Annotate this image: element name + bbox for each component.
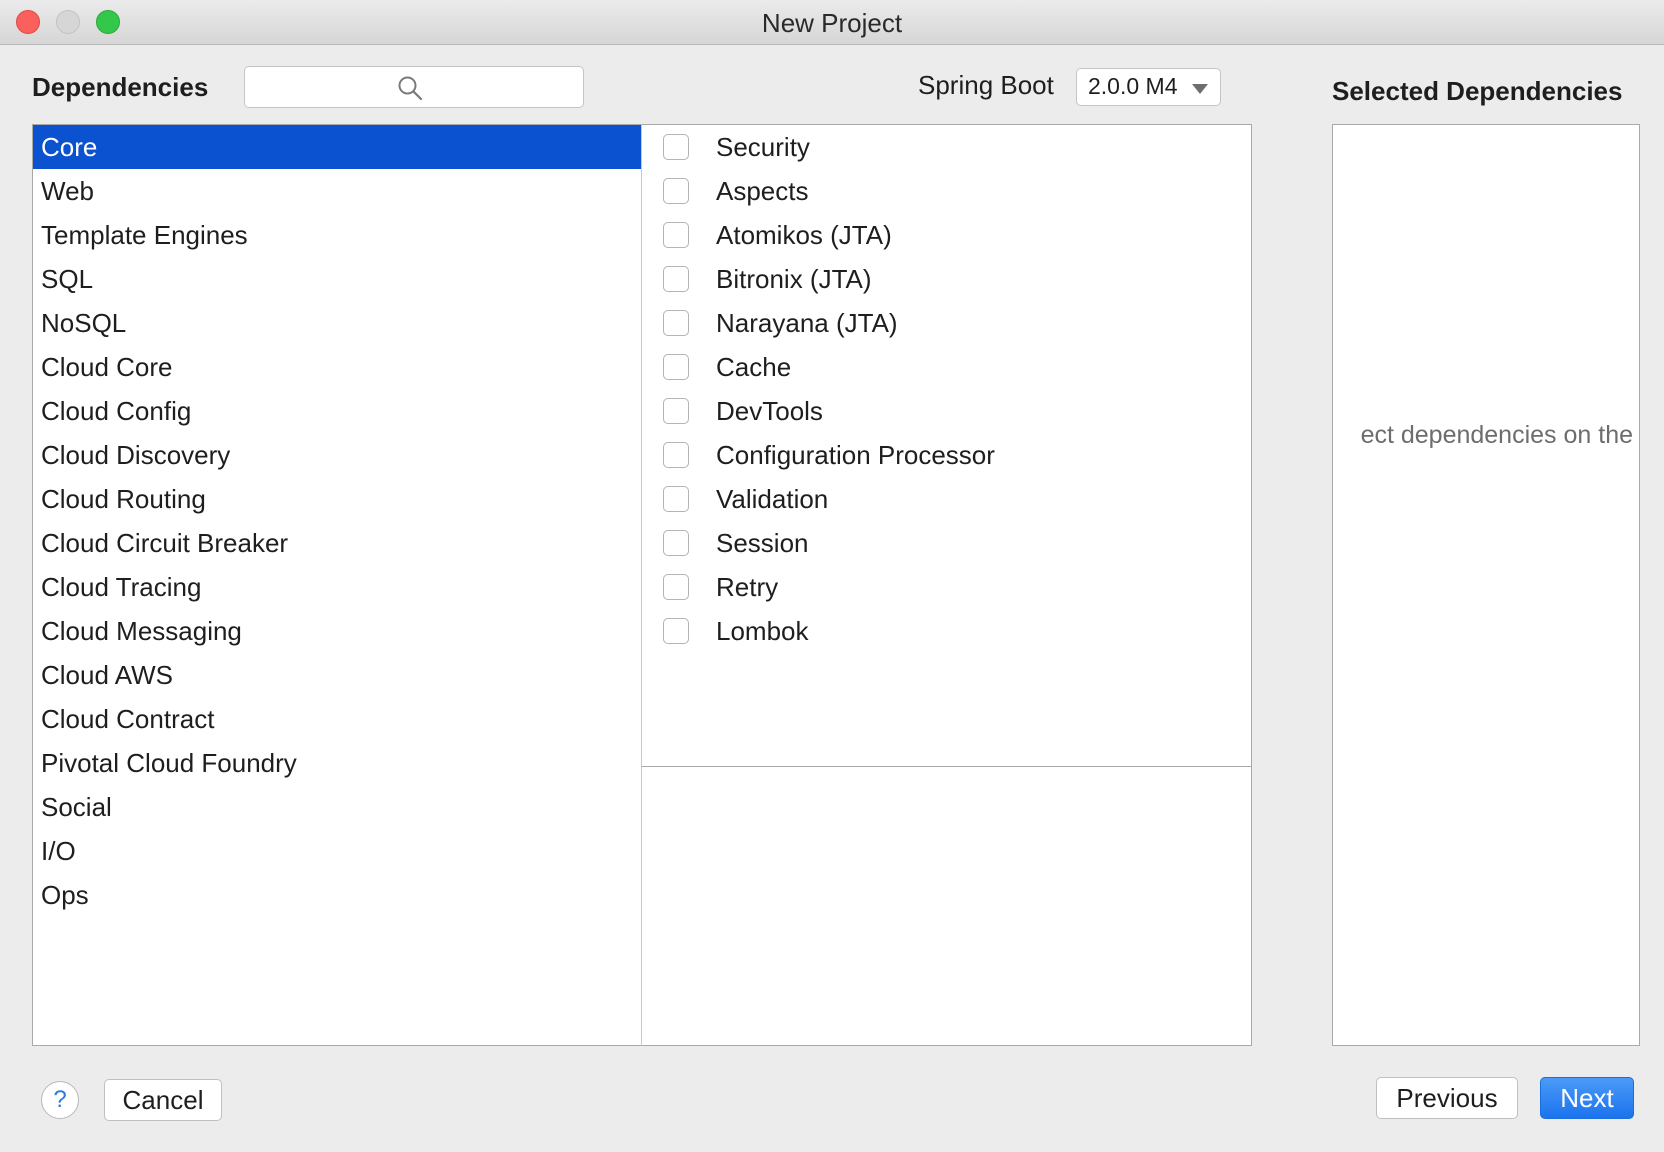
dependency-checkbox[interactable] <box>663 398 689 424</box>
dependency-checkbox[interactable] <box>663 222 689 248</box>
category-item[interactable]: Social <box>33 785 641 829</box>
category-item[interactable]: Cloud Tracing <box>33 565 641 609</box>
chevron-down-icon <box>1192 84 1208 94</box>
dependency-checkbox[interactable] <box>663 354 689 380</box>
spring-boot-label: Spring Boot <box>918 70 1054 100</box>
dependency-checkbox[interactable] <box>663 134 689 160</box>
selected-empty-text: ect dependencies on the <box>1360 421 1633 449</box>
dependency-item[interactable]: Validation <box>642 477 1251 521</box>
help-button[interactable]: ? <box>41 1081 79 1119</box>
category-item[interactable]: Cloud Circuit Breaker <box>33 521 641 565</box>
category-item[interactable]: I/O <box>33 829 641 873</box>
dependency-checkbox[interactable] <box>663 618 689 644</box>
dependency-item[interactable]: Narayana (JTA) <box>642 301 1251 345</box>
category-item[interactable]: Cloud AWS <box>33 653 641 697</box>
category-item[interactable]: Web <box>33 169 641 213</box>
category-item[interactable]: Cloud Routing <box>33 477 641 521</box>
cancel-button[interactable]: Cancel <box>104 1079 222 1121</box>
spring-boot-version-select[interactable]: 2.0.0 M4 <box>1076 68 1221 106</box>
category-item[interactable]: Cloud Core <box>33 345 641 389</box>
category-item[interactable]: Template Engines <box>33 213 641 257</box>
dependency-list: Security Aspects Atomikos (JTA) Bitronix (J… <box>641 124 1252 767</box>
category-item[interactable]: NoSQL <box>33 301 641 345</box>
category-item[interactable]: SQL <box>33 257 641 301</box>
search-field[interactable] <box>244 66 584 108</box>
dependency-item[interactable]: Retry <box>642 565 1251 609</box>
dependency-checkbox[interactable] <box>663 530 689 556</box>
dependency-label: Configuration Processor <box>716 440 995 470</box>
dependency-label: Retry <box>716 572 779 602</box>
search-icon <box>398 76 423 101</box>
dependency-item[interactable]: Aspects <box>642 169 1251 213</box>
dependencies-heading: Dependencies <box>32 72 209 102</box>
category-item[interactable]: Cloud Discovery <box>33 433 641 477</box>
dependency-item[interactable]: Configuration Processor <box>642 433 1251 477</box>
next-button[interactable]: Next <box>1540 1077 1634 1119</box>
dependency-label: Cache <box>716 352 792 382</box>
category-item[interactable]: Ops <box>33 873 641 917</box>
dependency-label: Narayana (JTA) <box>716 308 898 338</box>
dependency-checkbox[interactable] <box>663 266 689 292</box>
category-list[interactable]: Core Web Template Engines SQL NoSQL Cloud Cor… <box>32 124 642 1046</box>
dependency-label: Bitronix (JTA) <box>716 264 872 294</box>
dependency-checkbox[interactable] <box>663 574 689 600</box>
spring-boot-version-value: 2.0.0 M4 <box>1088 73 1178 99</box>
category-item[interactable]: Core <box>33 125 641 169</box>
category-item[interactable]: Pivotal Cloud Foundry <box>33 741 641 785</box>
dependency-label: Session <box>716 528 809 558</box>
dependency-label: Lombok <box>716 616 809 646</box>
category-item[interactable]: Cloud Messaging <box>33 609 641 653</box>
title-bar: New Project <box>0 0 1664 45</box>
selected-dependencies-heading: Selected Dependencies <box>1332 76 1623 106</box>
window-title: New Project <box>761 8 903 38</box>
dependency-item[interactable]: Security <box>642 125 1251 169</box>
dependency-checkbox[interactable] <box>663 310 689 336</box>
dependency-item[interactable]: Bitronix (JTA) <box>642 257 1251 301</box>
dependency-item[interactable]: DevTools <box>642 389 1251 433</box>
dependency-item[interactable]: Atomikos (JTA) <box>642 213 1251 257</box>
dependency-label: Atomikos (JTA) <box>716 220 892 250</box>
dependency-label: Validation <box>716 484 829 514</box>
category-item[interactable]: Cloud Contract <box>33 697 641 741</box>
dependency-checkbox[interactable] <box>663 486 689 512</box>
dependency-item[interactable]: Session <box>642 521 1251 565</box>
dependency-item[interactable]: Lombok <box>642 609 1251 653</box>
dependency-label: Aspects <box>716 176 809 206</box>
category-item[interactable]: Cloud Config <box>33 389 641 433</box>
dependency-checkbox[interactable] <box>663 178 689 204</box>
dependency-item[interactable]: Cache <box>642 345 1251 389</box>
dependency-description-panel <box>641 766 1252 1046</box>
dependency-label: Security <box>716 132 810 162</box>
previous-button[interactable]: Previous <box>1376 1077 1518 1119</box>
dependency-label: DevTools <box>716 396 823 426</box>
new-project-dialog: New Project Dependencies Spring Boot 2.0… <box>0 0 1664 1152</box>
dependency-checkbox[interactable] <box>663 442 689 468</box>
selected-dependencies-panel: ect dependencies on the <box>1332 124 1640 1046</box>
